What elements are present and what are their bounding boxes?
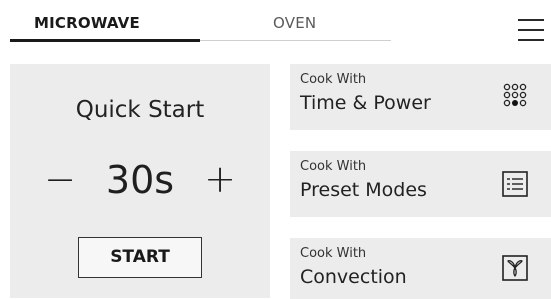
start-button[interactable]: START	[78, 237, 202, 278]
card-subtitle: Cook With	[300, 72, 367, 87]
quick-start-title: Quick Start	[75, 97, 205, 123]
hamburger-menu-icon[interactable]	[518, 19, 544, 41]
increase-time-button[interactable]: +	[200, 156, 240, 202]
cook-with-time-power-card[interactable]: Cook With Time & Power	[290, 64, 551, 130]
card-subtitle: Cook With	[300, 159, 367, 174]
active-tab-indicator	[10, 39, 200, 42]
dot-grid-icon	[503, 83, 527, 107]
quick-start-time-value: 30s	[105, 158, 175, 202]
card-title: Convection	[300, 266, 407, 288]
card-title: Time & Power	[300, 92, 431, 114]
tab-oven[interactable]: OVEN	[273, 14, 316, 32]
card-subtitle: Cook With	[300, 246, 367, 261]
card-title: Preset Modes	[300, 179, 427, 201]
list-menu-icon	[502, 171, 528, 197]
tab-microwave[interactable]: MICROWAVE	[34, 14, 140, 32]
cook-with-preset-modes-card[interactable]: Cook With Preset Modes	[290, 151, 551, 217]
decrease-time-button[interactable]: −	[40, 156, 80, 202]
fan-icon	[502, 255, 528, 281]
quick-start-panel: Quick Start − 30s + START	[10, 64, 270, 298]
cook-with-convection-card[interactable]: Cook With Convection	[290, 238, 551, 299]
mode-tabs: MICROWAVE OVEN	[10, 0, 391, 44]
